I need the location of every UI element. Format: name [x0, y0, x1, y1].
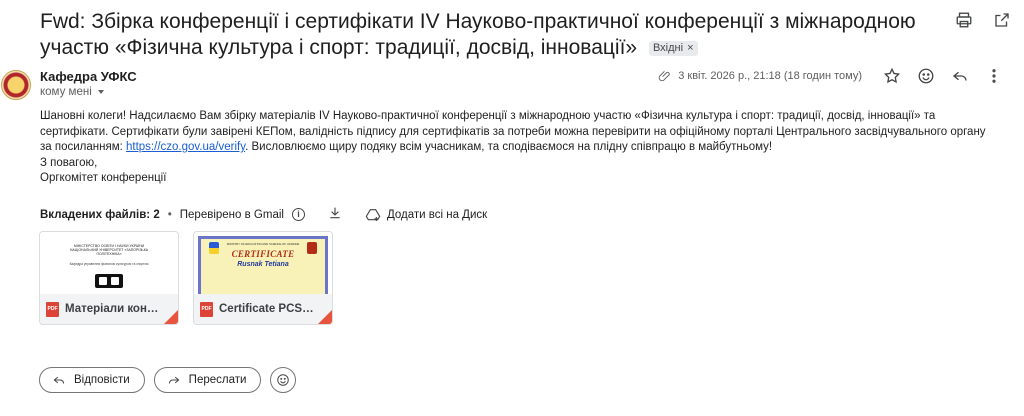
doc-preview-line: Кафедра управління фізичною культурою та…: [69, 262, 149, 266]
attachment-footer: PDF Матеріали конфер...: [40, 294, 178, 324]
reply-label: Відповісти: [74, 374, 130, 386]
recipients-label: кому мені: [40, 86, 92, 98]
forward-icon: [168, 376, 180, 384]
recipients-toggle[interactable]: кому мені: [40, 86, 104, 98]
university-emblem-icon: [307, 242, 317, 254]
emoji-icon: [277, 374, 290, 386]
label-chip-text: Вхідні: [652, 42, 684, 54]
email-subject: Fwd: Збірка конференції і сертифікати IV…: [40, 9, 940, 61]
open-in-new-window-icon[interactable]: [992, 10, 1012, 30]
greeting: З повагою,: [40, 156, 98, 169]
separator-dot: •: [167, 208, 172, 221]
date-text: 3 квіт. 2026 р., 21:18 (18 годин тому): [678, 70, 862, 82]
pdf-icon: PDF: [200, 301, 213, 317]
body-text-part: . Висловлюємо щиру подяку всім учасникам…: [245, 141, 773, 153]
more-options-icon[interactable]: [984, 66, 1004, 86]
reply-icon: [53, 376, 65, 384]
attachments-count: Вкладених файлів: 2: [40, 208, 160, 221]
page-fold-icon: [164, 310, 178, 324]
info-icon[interactable]: i: [291, 208, 305, 221]
chevron-down-icon: [97, 90, 104, 94]
drive-add-icon: [365, 208, 381, 221]
cert-name: Rusnak Tetiana: [237, 261, 289, 268]
sender-name: Кафедра УФКС: [40, 69, 137, 84]
remove-label-icon[interactable]: ×: [687, 41, 693, 56]
star-icon[interactable]: [882, 66, 902, 86]
signature: Оргкомітет конференції: [40, 172, 167, 184]
message-date: 3 квіт. 2026 р., 21:18 (18 годин тому): [658, 69, 862, 83]
attachment-filename: Certificate PCSM ...: [219, 303, 314, 315]
forward-button[interactable]: Переслати: [153, 367, 262, 393]
verify-link[interactable]: https://czo.gov.ua/verify: [126, 141, 245, 153]
print-icon[interactable]: [954, 10, 974, 30]
attachment-footer: PDF Certificate PCSM ...: [194, 294, 332, 324]
attachment-card[interactable]: MINISTRY OF EDUCATION AND SCIENCE OF UKR…: [193, 231, 333, 325]
subject-text: Fwd: Збірка конференції і сертифікати IV…: [40, 10, 916, 59]
label-chip-inbox[interactable]: Вхідні ×: [648, 41, 698, 56]
download-all-icon[interactable]: [327, 205, 343, 224]
attachment-filename: Матеріали конфер...: [65, 303, 160, 315]
message-meta: 3 квіт. 2026 р., 21:18 (18 годин тому): [658, 66, 1004, 86]
attachment-card[interactable]: МІНІСТЕРСТВО ОСВІТИ І НАУКИ УКРАЇНИ НАЦІ…: [39, 231, 179, 325]
doc-preview-line: НАЦІОНАЛЬНИЙ УНІВЕРСИТЕТ «ЗАПОРІЗЬКА ПОЛ…: [69, 248, 149, 256]
sender-avatar: [1, 70, 31, 100]
message-actions: Відповісти Переслати: [39, 367, 297, 393]
emoji-reaction-button[interactable]: [270, 367, 297, 393]
attachment-thumbnail: МІНІСТЕРСТВО ОСВІТИ І НАУКИ УКРАЇНИ НАЦІ…: [40, 232, 178, 296]
subject-toolbar: [954, 10, 1012, 30]
email-body: Шановні колеги! Надсилаємо Вам збірку ма…: [40, 109, 990, 187]
add-all-label: Додати всі на Диск: [386, 208, 488, 221]
reply-button[interactable]: Відповісти: [39, 367, 145, 393]
reply-icon[interactable]: [950, 66, 970, 86]
forward-label: Переслати: [188, 374, 247, 386]
add-all-to-drive-button[interactable]: Додати всі на Диск: [365, 207, 487, 223]
scanned-by-gmail: Перевірено в Gmail: [179, 208, 284, 221]
page-fold-icon: [318, 310, 332, 324]
university-logo-icon: [95, 274, 123, 288]
pdf-icon: PDF: [46, 301, 59, 317]
body-paragraph: Шановні колеги! Надсилаємо Вам збірку ма…: [40, 109, 990, 156]
emoji-reaction-icon[interactable]: [916, 66, 936, 86]
attachment-clip-icon: [658, 71, 670, 82]
attachment-thumbnail: MINISTRY OF EDUCATION AND SCIENCE OF UKR…: [194, 232, 332, 296]
ukraine-emblem-icon: [209, 242, 219, 254]
attachments-header: Вкладених файлів: 2 • Перевірено в Gmail…: [40, 205, 487, 224]
